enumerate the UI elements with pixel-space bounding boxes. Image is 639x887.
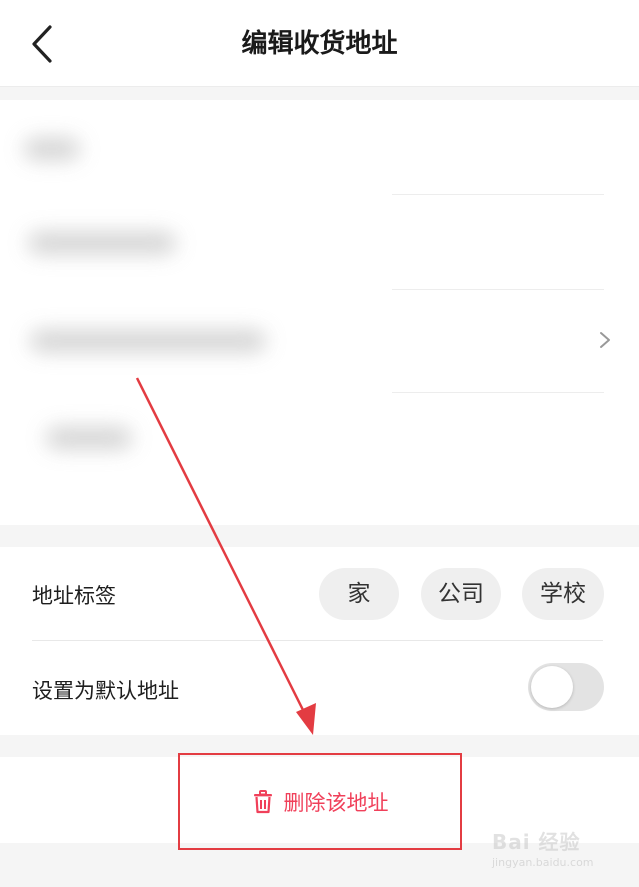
phone-field[interactable]	[0, 195, 639, 290]
name-value-blurred	[24, 138, 80, 160]
options-card: 地址标签 家 公司 学校 设置为默认地址	[0, 547, 639, 735]
detail-address-field[interactable]	[0, 393, 639, 488]
region-field[interactable]	[0, 290, 639, 385]
tag-home[interactable]: 家	[319, 568, 399, 620]
name-field[interactable]	[0, 100, 639, 195]
page-title: 编辑收货地址	[241, 29, 398, 59]
tag-school[interactable]: 学校	[522, 568, 604, 620]
chevron-right-icon	[600, 332, 610, 348]
delete-card: 删除该地址	[0, 753, 639, 850]
divider	[32, 640, 603, 641]
trash-icon	[253, 789, 272, 813]
phone-value-blurred	[28, 232, 176, 254]
default-address-toggle[interactable]	[528, 663, 604, 711]
delete-address-label: 删除该地址	[283, 790, 389, 815]
nav-header: 编辑收货地址	[0, 0, 639, 87]
address-form	[0, 100, 639, 525]
tag-company[interactable]: 公司	[421, 568, 501, 620]
default-address-label: 设置为默认地址	[32, 679, 179, 703]
delete-address-button[interactable]: 删除该地址	[178, 753, 462, 850]
watermark-url: jingyan.baidu.com	[492, 856, 594, 869]
region-chevron	[597, 330, 613, 350]
address-tag-label: 地址标签	[32, 584, 116, 608]
toggle-knob	[531, 666, 573, 708]
region-value-blurred	[30, 330, 266, 352]
detail-value-blurred	[46, 427, 132, 449]
